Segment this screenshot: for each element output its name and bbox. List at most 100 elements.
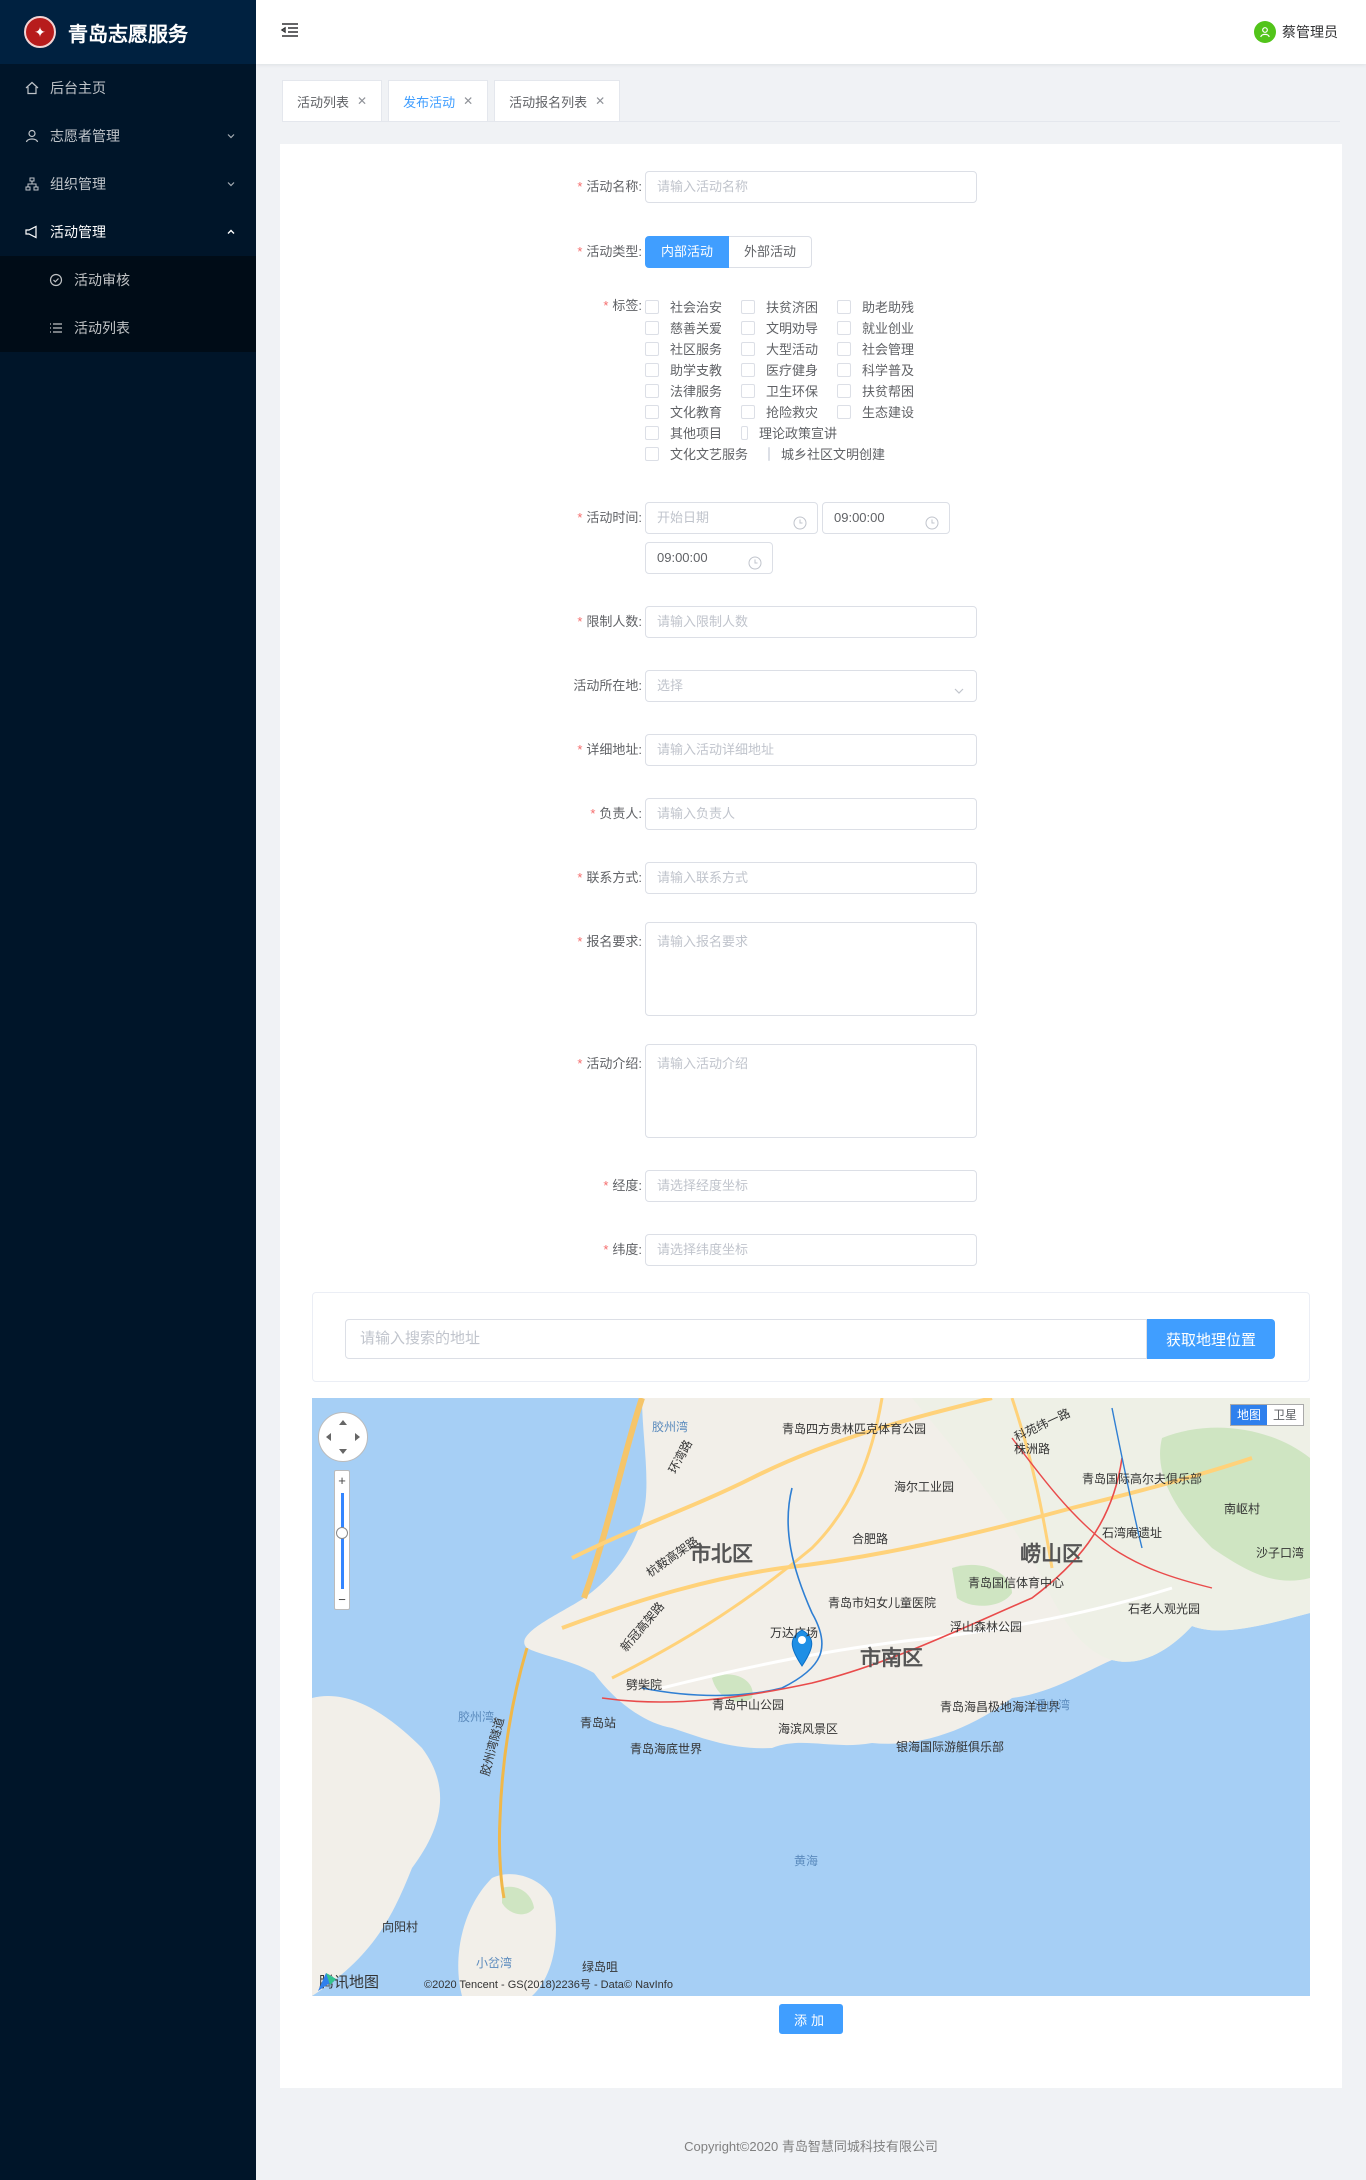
- checkbox-square[interactable]: [645, 446, 659, 461]
- tag-checkbox[interactable]: 慈善关爱: [645, 318, 741, 337]
- checkbox-square[interactable]: [645, 299, 659, 314]
- map-view[interactable]: 市北区 崂山区 市南区 青岛四方贵林匹克体育公园 海尔工业园 青岛国际高尔夫俱乐…: [312, 1398, 1310, 1996]
- checkbox-square[interactable]: [645, 320, 659, 335]
- map-pan-control[interactable]: [318, 1412, 368, 1462]
- map-place-label: 青岛站: [580, 1716, 617, 1730]
- tag-checkbox[interactable]: 就业创业: [837, 318, 933, 337]
- checkbox-square[interactable]: [741, 341, 755, 356]
- tag-checkbox[interactable]: 法律服务: [645, 381, 741, 400]
- checkbox-square[interactable]: [645, 383, 659, 398]
- checkbox-square[interactable]: [741, 362, 755, 377]
- tag-checkbox[interactable]: 扶贫济困: [741, 297, 837, 316]
- checkbox-square[interactable]: [645, 341, 659, 356]
- tag-checkbox[interactable]: 社会治安: [645, 297, 741, 316]
- close-icon[interactable]: ✕: [595, 94, 605, 108]
- sidebar-item-organizations[interactable]: 组织管理: [0, 160, 256, 208]
- tag-checkbox[interactable]: 扶贫帮困: [837, 381, 933, 400]
- checkbox-square[interactable]: [741, 383, 755, 398]
- tag-row: 法律服务 卫生环保 扶贫帮困: [645, 380, 945, 401]
- tag-checkbox[interactable]: 生态建设: [837, 402, 933, 421]
- map-place-label: 海滨风景区: [778, 1722, 839, 1736]
- menu-fold-icon[interactable]: [280, 20, 304, 44]
- tag-checkbox[interactable]: 助学支教: [645, 360, 741, 379]
- intro-textarea[interactable]: 请输入活动介绍: [645, 1044, 977, 1138]
- map-place-label: 劈柴院: [626, 1678, 663, 1692]
- latitude-input[interactable]: 请选择纬度坐标: [645, 1234, 977, 1266]
- tag-checkbox[interactable]: 抢险救灾: [741, 402, 837, 421]
- tab-publish-activity[interactable]: 发布活动 ✕: [388, 80, 489, 121]
- sidebar-item-volunteers[interactable]: 志愿者管理: [0, 112, 256, 160]
- end-time-picker[interactable]: 09:00:00: [645, 542, 773, 574]
- tag-checkbox[interactable]: 大型活动: [741, 339, 837, 358]
- tag-checkbox[interactable]: 科学普及: [837, 360, 933, 379]
- sidebar-subitem-list[interactable]: 活动列表: [0, 304, 256, 352]
- tag-label: 文明劝导: [766, 321, 819, 336]
- form-row-contact: * 联系方式: 请输入联系方式: [280, 862, 1342, 896]
- longitude-input[interactable]: 请选择经度坐标: [645, 1170, 977, 1202]
- contact-input[interactable]: 请输入联系方式: [645, 862, 977, 894]
- checkbox-square[interactable]: [837, 320, 851, 335]
- checkbox-square[interactable]: [741, 320, 755, 335]
- start-date-picker[interactable]: 开始日期: [645, 502, 818, 534]
- checkbox-square[interactable]: [837, 362, 851, 377]
- user-menu[interactable]: 蔡管理员: [1254, 21, 1338, 43]
- checkbox-square[interactable]: [741, 425, 748, 440]
- zoom-out-button[interactable]: −: [335, 1592, 349, 1607]
- start-time-picker[interactable]: 09:00:00: [822, 502, 950, 534]
- tag-label: 助学支教: [670, 363, 723, 378]
- tag-label: 社区服务: [670, 342, 723, 357]
- tag-checkbox[interactable]: 其他项目: [645, 423, 741, 442]
- checkbox-square[interactable]: [741, 404, 755, 419]
- zoom-in-button[interactable]: +: [335, 1473, 349, 1488]
- checkbox-square[interactable]: [645, 404, 659, 419]
- tag-checkbox[interactable]: 城乡社区文明创建: [768, 444, 885, 463]
- map-copyright: ©2020 Tencent - GS(2018)2236号 - Data© Na…: [424, 1979, 673, 1991]
- field-label: * 报名要求:: [577, 934, 642, 949]
- get-location-button[interactable]: 获取地理位置: [1147, 1319, 1275, 1359]
- activity-name-input[interactable]: 请输入活动名称: [645, 171, 977, 203]
- tab-signup-list[interactable]: 活动报名列表 ✕: [494, 80, 621, 121]
- checkbox-square[interactable]: [645, 362, 659, 377]
- sidebar-item-home[interactable]: 后台主页: [0, 64, 256, 112]
- sidebar-subitem-review[interactable]: 活动审核: [0, 256, 256, 304]
- checkbox-square[interactable]: [768, 446, 770, 461]
- tag-checkbox[interactable]: 助老助残: [837, 297, 933, 316]
- map-canvas: [312, 1398, 1310, 1996]
- type-internal-button[interactable]: 内部活动: [645, 236, 730, 268]
- tag-checkbox[interactable]: 医疗健身: [741, 360, 837, 379]
- close-icon[interactable]: ✕: [463, 94, 473, 108]
- field-label: * 联系方式:: [577, 870, 642, 885]
- tag-checkbox[interactable]: 社会管理: [837, 339, 933, 358]
- address-search-input[interactable]: 请输入搜索的地址: [345, 1319, 1147, 1359]
- checkbox-square[interactable]: [837, 299, 851, 314]
- checkbox-square[interactable]: [837, 383, 851, 398]
- check-circle-icon: [48, 272, 64, 288]
- close-icon[interactable]: ✕: [357, 94, 367, 108]
- sidebar-item-activities[interactable]: 活动管理: [0, 208, 256, 256]
- person-input[interactable]: 请输入负责人: [645, 798, 977, 830]
- tag-checkbox[interactable]: 文化教育: [645, 402, 741, 421]
- tag-label: 文化文艺服务: [670, 447, 749, 462]
- add-button[interactable]: 添加: [779, 2004, 843, 2034]
- field-label: * 活动介绍:: [577, 1056, 642, 1071]
- tab-activity-list[interactable]: 活动列表 ✕: [282, 80, 383, 121]
- checkbox-square[interactable]: [645, 425, 659, 440]
- address-input[interactable]: 请输入活动详细地址: [645, 734, 977, 766]
- map-place-label: 浮山森林公园: [950, 1620, 1023, 1634]
- tag-checkbox[interactable]: 文化文艺服务: [645, 444, 768, 463]
- type-external-button[interactable]: 外部活动: [729, 236, 813, 268]
- checkbox-square[interactable]: [741, 299, 755, 314]
- sidebar-item-label: 后台主页: [50, 80, 106, 96]
- checkbox-square[interactable]: [837, 341, 851, 356]
- tag-checkbox[interactable]: 社区服务: [645, 339, 741, 358]
- location-select[interactable]: 选择: [645, 670, 977, 702]
- tag-checkbox[interactable]: 卫生环保: [741, 381, 837, 400]
- checkbox-square[interactable]: [837, 404, 851, 419]
- limit-input[interactable]: 请输入限制人数: [645, 606, 977, 638]
- requirement-textarea[interactable]: 请输入报名要求: [645, 922, 977, 1016]
- map-type-satellite-button[interactable]: 卫星: [1267, 1405, 1303, 1425]
- map-type-map-button[interactable]: 地图: [1230, 1405, 1267, 1425]
- tag-checkbox[interactable]: 理论政策宣讲: [741, 423, 837, 442]
- tag-checkbox[interactable]: 文明劝导: [741, 318, 837, 337]
- zoom-slider-handle[interactable]: [336, 1527, 348, 1539]
